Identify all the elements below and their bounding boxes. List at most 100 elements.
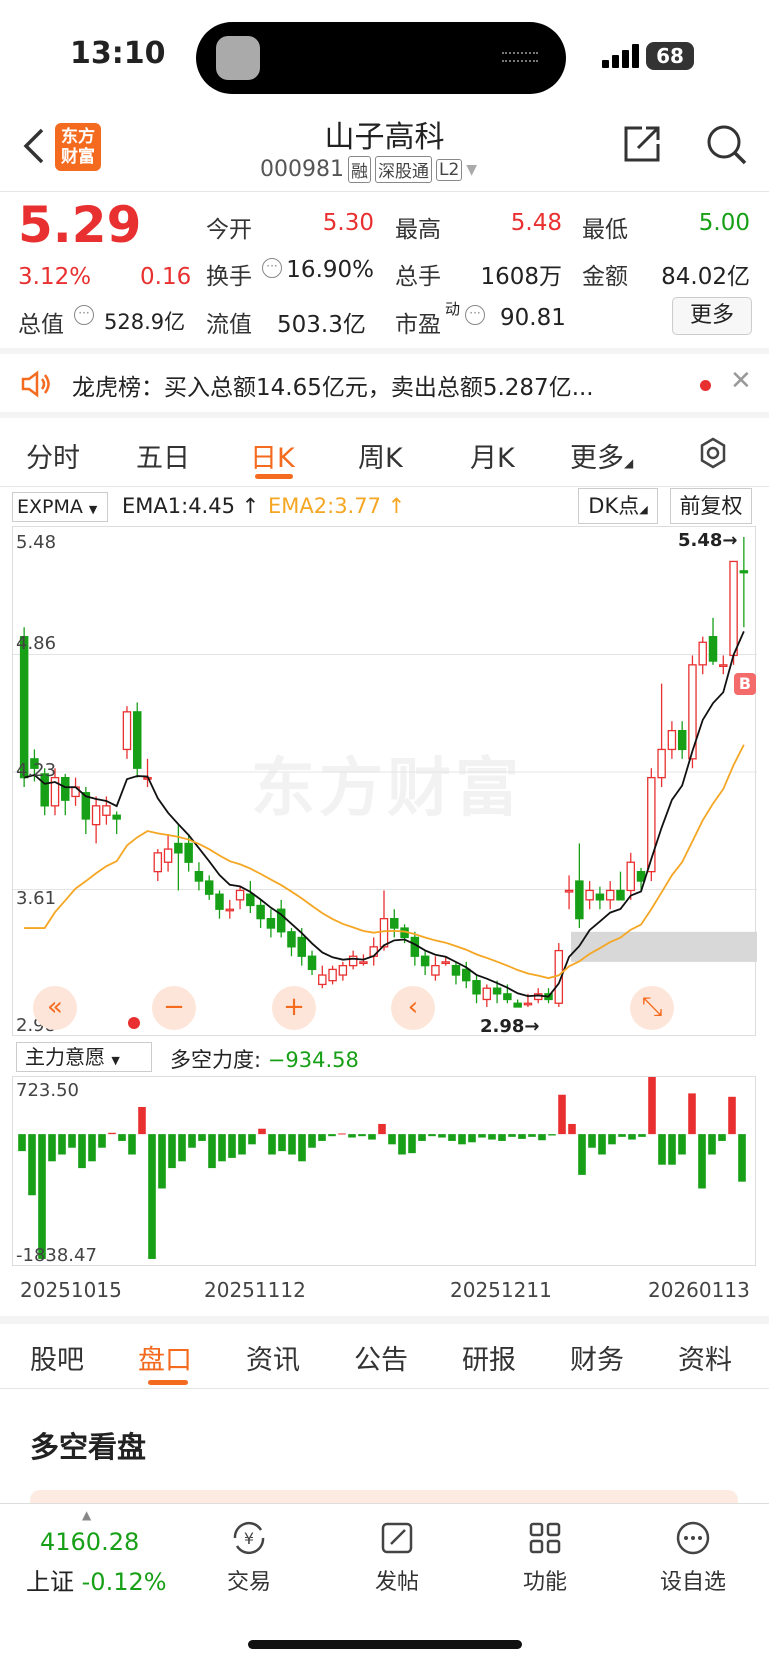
sub-chart[interactable] — [12, 1076, 756, 1266]
last-price: 5.29 — [18, 196, 142, 254]
high-label: 最高 — [395, 217, 441, 243]
sub-bar — [498, 1134, 506, 1141]
candle-body — [626, 861, 636, 892]
kline-plot — [13, 537, 757, 1008]
grid-icon — [529, 1522, 561, 1554]
notice-text[interactable]: 龙虎榜：买入总额14.65亿元，卖出总额5.287亿... — [72, 368, 594, 402]
support-zone — [571, 931, 757, 962]
sub-indicator-select[interactable]: 主力意愿 ▼ — [16, 1042, 152, 1072]
more-button[interactable]: 更多 — [672, 297, 752, 335]
float-cap-value: 503.3亿 — [277, 312, 366, 338]
sub-bar — [638, 1134, 646, 1137]
sub-bar — [318, 1134, 326, 1141]
trade-icon: ¥ — [233, 1521, 265, 1555]
total-cap-label: 总值 — [18, 312, 64, 338]
sub-top-tick: 723.50 — [16, 1080, 79, 1101]
kline-chart[interactable]: 东方财富 — [12, 526, 757, 1036]
sub-bar — [648, 1077, 656, 1135]
float-cap-label: 流值 — [206, 312, 252, 338]
indicator-select[interactable]: EXPMA ▼ — [12, 492, 108, 522]
dropdown-caret-icon[interactable]: ▼ — [466, 162, 477, 178]
share-icon[interactable] — [620, 122, 664, 166]
sub-bar — [328, 1134, 336, 1137]
low-label: 最低 — [582, 217, 628, 243]
candle-body — [513, 1002, 522, 1008]
sub-bar — [478, 1134, 486, 1138]
divider — [0, 486, 769, 487]
zoom-out-icon[interactable]: − — [152, 986, 196, 1030]
buy-signal-badge[interactable]: B — [734, 673, 756, 695]
sub-bar — [398, 1134, 406, 1155]
sub-bar — [718, 1134, 726, 1141]
tab-profile[interactable]: 资料 — [678, 1338, 732, 1377]
fullscreen-icon[interactable]: ⤡ — [630, 986, 674, 1030]
nav-compose[interactable]: 发帖 — [342, 1518, 452, 1596]
candle-body — [605, 889, 615, 901]
tab-research[interactable]: 研报 — [462, 1338, 516, 1377]
tab-weekly-k[interactable]: 周K — [358, 436, 403, 475]
sub-bar — [28, 1134, 36, 1196]
candle-body — [667, 729, 677, 751]
max-marker: 5.48→ — [678, 530, 738, 551]
status-time: 13:10 — [70, 36, 166, 71]
zoom-in-icon[interactable]: + — [272, 986, 316, 1030]
nav-add-watchlist[interactable]: 设自选 — [638, 1518, 748, 1596]
nav-functions[interactable]: 功能 — [490, 1518, 600, 1596]
sub-bar — [228, 1134, 236, 1158]
sub-bar — [418, 1134, 426, 1141]
sub-bar — [628, 1134, 636, 1140]
sub-bar — [578, 1134, 586, 1175]
turnover-label: 换手 — [206, 264, 252, 290]
tab-announcements[interactable]: 公告 — [354, 1338, 408, 1377]
candle-body — [348, 955, 358, 967]
candle-body — [585, 889, 594, 901]
tab-daily-k[interactable]: 日K — [250, 436, 295, 475]
tab-intraday[interactable]: 分时 — [26, 436, 80, 475]
info-icon[interactable]: ··· — [262, 258, 282, 278]
nav-add-watchlist-label: 设自选 — [659, 1570, 726, 1595]
compose-icon — [381, 1522, 413, 1554]
divider — [0, 1388, 769, 1389]
sub-bar — [108, 1132, 116, 1135]
candle-body — [215, 893, 224, 910]
candle-body — [194, 870, 204, 882]
sub-bar — [708, 1134, 716, 1155]
nav-trade[interactable]: ¥ 交易 — [194, 1518, 304, 1596]
search-icon[interactable] — [704, 122, 748, 166]
index-value[interactable]: 4160.28 — [40, 1528, 139, 1556]
candle-body — [102, 805, 111, 816]
tab-monthly-k[interactable]: 月K — [470, 436, 515, 475]
sub-bar — [78, 1134, 86, 1169]
chart-tabs: 分时 五日 日K 周K 月K 更多◢ — [0, 420, 769, 480]
info-icon[interactable]: ··· — [74, 305, 94, 325]
sub-bar — [38, 1134, 46, 1259]
sub-bar — [468, 1134, 476, 1143]
close-icon[interactable]: ✕ — [730, 366, 752, 396]
tab-news[interactable]: 资讯 — [246, 1338, 300, 1377]
sub-bar — [308, 1134, 316, 1148]
sub-bar — [588, 1134, 596, 1148]
gear-icon[interactable] — [696, 436, 730, 470]
index-quote[interactable]: 上证 -0.12% — [26, 1562, 167, 1597]
sub-bar — [408, 1134, 416, 1154]
date-label: 20251112 — [204, 1278, 306, 1302]
sub-bar — [68, 1134, 76, 1148]
candle-body — [616, 889, 625, 901]
tab-order-book[interactable]: 盘口 — [138, 1338, 192, 1377]
step-back-icon[interactable]: ‹ — [391, 986, 435, 1030]
sub-bar — [178, 1134, 186, 1162]
pe-value: 90.81 — [500, 305, 566, 331]
tab-finance[interactable]: 财务 — [570, 1338, 624, 1377]
fast-back-icon[interactable]: « — [33, 986, 77, 1030]
adjust-button[interactable]: 前复权 — [670, 488, 752, 524]
tab-five-day[interactable]: 五日 — [136, 436, 190, 475]
dk-point-button[interactable]: DK点◢ — [578, 488, 658, 524]
tab-more[interactable]: 更多◢ — [570, 436, 633, 475]
sub-bar — [428, 1134, 436, 1137]
date-label: 20251211 — [450, 1278, 552, 1302]
sub-indicator-label: 多空力度: −934.58 — [170, 1048, 359, 1072]
tab-forum[interactable]: 股吧 — [30, 1338, 84, 1377]
info-icon[interactable]: ··· — [465, 305, 485, 325]
battery-icon: 68 — [646, 42, 694, 70]
candle-body — [719, 664, 728, 667]
